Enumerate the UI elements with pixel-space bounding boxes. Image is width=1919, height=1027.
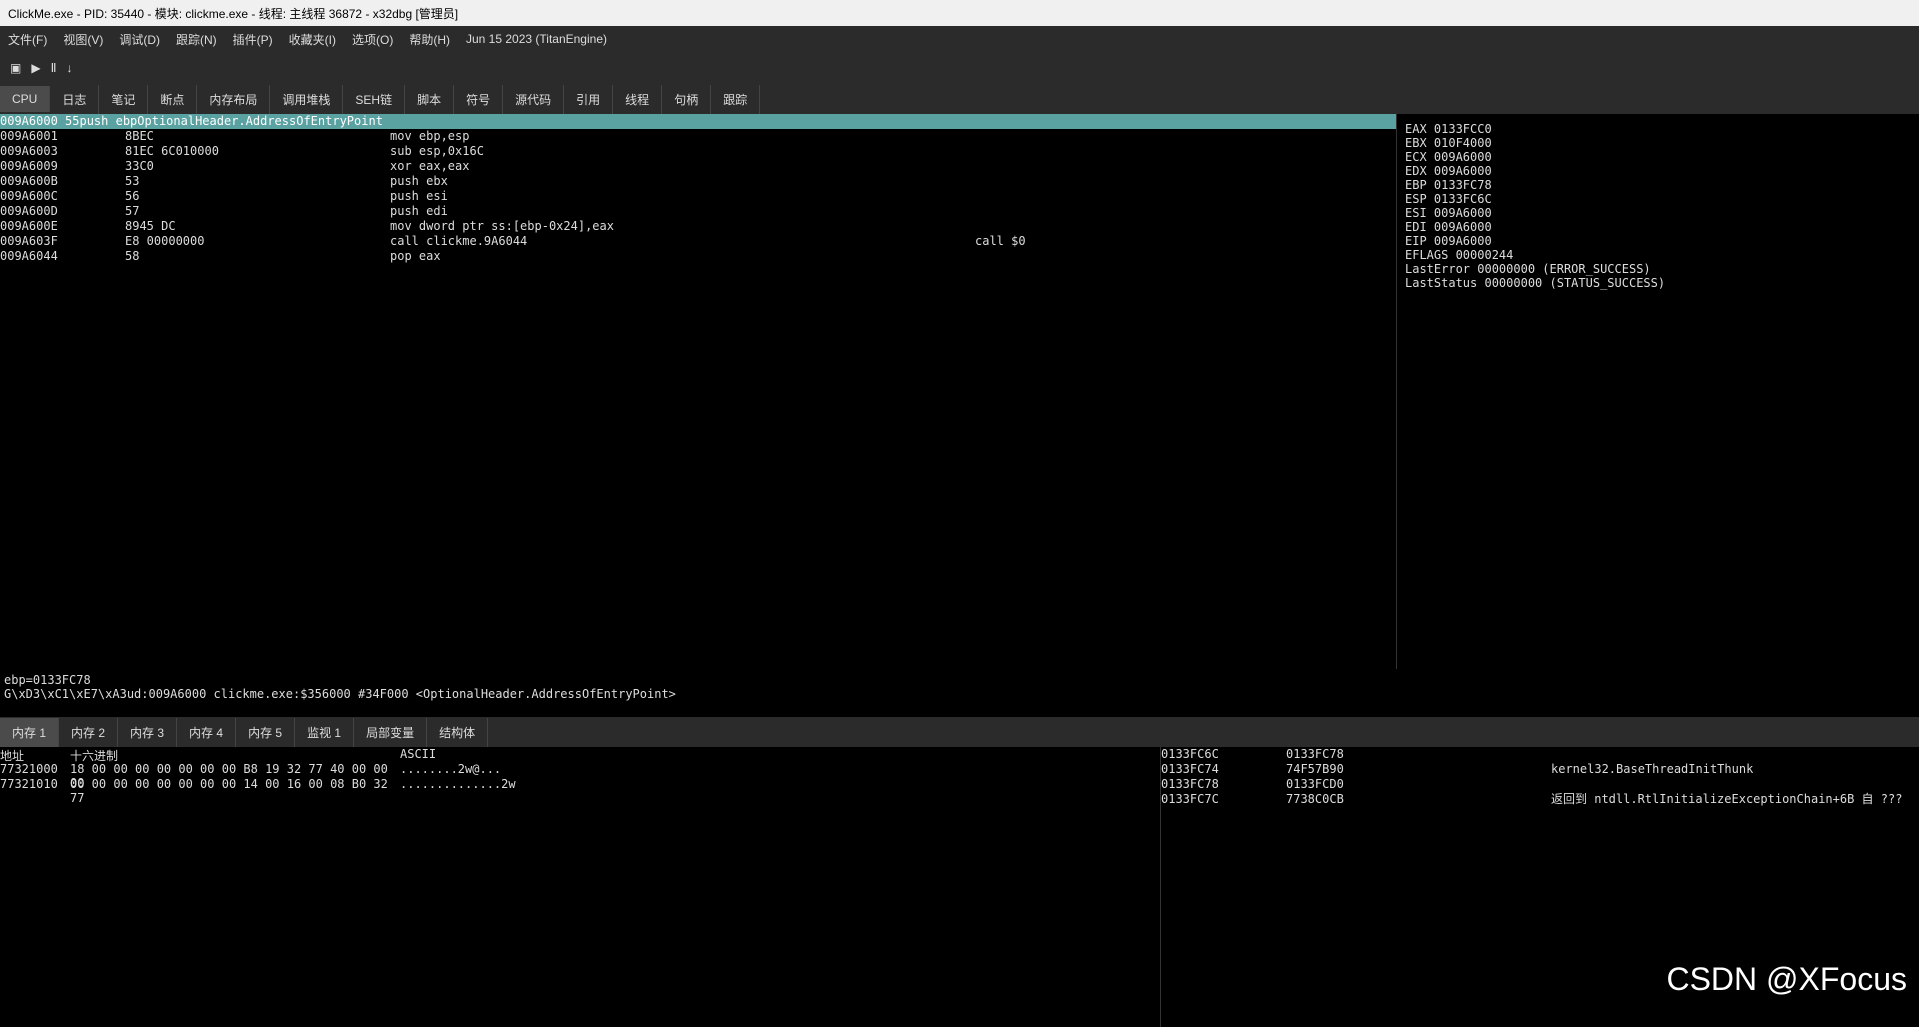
- asm-row[interactable]: 009A600381EC 6C010000sub esp,0x16C: [0, 144, 1396, 159]
- info-pane: ebp=0133FC78G\xD3\xC1\xE7\xA3ud:009A6000…: [0, 669, 1919, 717]
- stack-row[interactable]: 0133FC6C0133FC78: [1161, 747, 1919, 762]
- menu-item-4[interactable]: 插件(P): [233, 31, 273, 48]
- register-line: ESI 009A6000: [1405, 206, 1911, 220]
- tab-10[interactable]: 引用: [564, 85, 613, 114]
- open-icon[interactable]: ▣: [10, 61, 21, 75]
- tab-11[interactable]: 线程: [613, 85, 662, 114]
- tab-5[interactable]: 调用堆栈: [270, 85, 343, 114]
- window-title: ClickMe.exe - PID: 35440 - 模块: clickme.e…: [0, 0, 1919, 26]
- stack-row[interactable]: 0133FC7474F57B90kernel32.BaseThreadInitT…: [1161, 762, 1919, 777]
- asm-row[interactable]: 009A600D57push edi: [0, 204, 1396, 219]
- register-line: ESP 0133FC6C: [1405, 192, 1911, 206]
- menu-item-8[interactable]: Jun 15 2023 (TitanEngine): [466, 32, 607, 46]
- memtab-4[interactable]: 内存 5: [236, 718, 295, 747]
- register-line: EIP 009A6000: [1405, 234, 1911, 248]
- toolbar: ▣ ▶ Ⅱ ↓: [0, 52, 1919, 84]
- memtab-2[interactable]: 内存 3: [118, 718, 177, 747]
- asm-row[interactable]: 009A600B53push ebx: [0, 174, 1396, 189]
- register-pane[interactable]: EAX 0133FCC0EBX 010F4000ECX 009A6000 EDX…: [1397, 114, 1919, 669]
- tab-0[interactable]: CPU: [0, 86, 50, 112]
- tab-13[interactable]: 跟踪: [711, 85, 760, 114]
- tab-6[interactable]: SEH链: [343, 85, 405, 114]
- register-line: ECX 009A6000: [1405, 150, 1911, 164]
- register-line: EFLAGS 00000244: [1405, 248, 1911, 262]
- asm-row[interactable]: 009A600933C0xor eax,eax: [0, 159, 1396, 174]
- disassembly-pane[interactable]: 009A6000 55push ebpOptionalHeader.Addres…: [0, 114, 1397, 669]
- menu-item-2[interactable]: 调试(D): [119, 31, 160, 48]
- memtab-3[interactable]: 内存 4: [177, 718, 236, 747]
- stack-row[interactable]: 0133FC780133FCD0: [1161, 777, 1919, 792]
- main-tabs: CPU日志笔记断点内存布局调用堆栈SEH链脚本符号源代码引用线程句柄跟踪: [0, 84, 1919, 114]
- memtab-6[interactable]: 局部变量: [354, 718, 427, 747]
- tab-1[interactable]: 日志: [50, 85, 99, 114]
- tab-3[interactable]: 断点: [148, 85, 197, 114]
- memtab-7[interactable]: 结构体: [427, 718, 488, 747]
- tab-12[interactable]: 句柄: [662, 85, 711, 114]
- register-line: EAX 0133FCC0: [1405, 122, 1911, 136]
- memory-tabs: 内存 1内存 2内存 3内存 4内存 5监视 1局部变量结构体: [0, 717, 1919, 747]
- memtab-5[interactable]: 监视 1: [295, 718, 354, 747]
- asm-row[interactable]: 009A600C56push esi: [0, 189, 1396, 204]
- register-line: EBX 010F4000: [1405, 136, 1911, 150]
- memory-pane[interactable]: 地址十六进制ASCII7732100018 00 00 00 00 00 00 …: [0, 747, 1161, 1027]
- register-line: EDX 009A6000: [1405, 164, 1911, 178]
- asm-row[interactable]: 009A603FE8 00000000call clickme.9A6044ca…: [0, 234, 1396, 249]
- tab-9[interactable]: 源代码: [503, 85, 564, 114]
- memory-row[interactable]: 7732101000 00 00 00 00 00 00 00 14 00 16…: [0, 777, 1160, 792]
- stack-row[interactable]: 0133FC7C7738C0CB返回到 ntdll.RtlInitializeE…: [1161, 792, 1919, 807]
- memtab-0[interactable]: 内存 1: [0, 718, 59, 747]
- register-line: LastError 00000000 (ERROR_SUCCESS): [1405, 262, 1911, 276]
- asm-row[interactable]: 009A604458pop eax: [0, 249, 1396, 264]
- asm-row[interactable]: 009A60018BECmov ebp,esp: [0, 129, 1396, 144]
- memory-row[interactable]: 7732100018 00 00 00 00 00 00 00 B8 19 32…: [0, 762, 1160, 777]
- pause-icon[interactable]: Ⅱ: [51, 61, 57, 75]
- register-line: LastStatus 00000000 (STATUS_SUCCESS): [1405, 276, 1911, 290]
- menu-item-0[interactable]: 文件(F): [8, 31, 47, 48]
- asm-row[interactable]: 009A6000 55push ebpOptionalHeader.Addres…: [0, 114, 1396, 129]
- tab-8[interactable]: 符号: [454, 85, 503, 114]
- tab-7[interactable]: 脚本: [405, 85, 454, 114]
- run-icon[interactable]: ▶: [31, 61, 40, 75]
- register-line: EDI 009A6000: [1405, 220, 1911, 234]
- menu-bar: 文件(F) 视图(V) 调试(D) 跟踪(N) 插件(P) 收藏夹(I) 选项(O) 帮助(H…: [0, 26, 1919, 52]
- tab-4[interactable]: 内存布局: [197, 85, 270, 114]
- menu-item-6[interactable]: 选项(O): [352, 31, 393, 48]
- tab-2[interactable]: 笔记: [99, 85, 148, 114]
- memtab-1[interactable]: 内存 2: [59, 718, 118, 747]
- menu-item-7[interactable]: 帮助(H): [409, 31, 450, 48]
- menu-item-1[interactable]: 视图(V): [63, 31, 103, 48]
- menu-item-3[interactable]: 跟踪(N): [176, 31, 217, 48]
- register-line: EBP 0133FC78: [1405, 178, 1911, 192]
- asm-row[interactable]: 009A600E8945 DCmov dword ptr ss:[ebp-0x2…: [0, 219, 1396, 234]
- step-icon[interactable]: ↓: [66, 61, 72, 75]
- menu-item-5[interactable]: 收藏夹(I): [289, 31, 336, 48]
- watermark: CSDN @XFocus: [1666, 961, 1907, 998]
